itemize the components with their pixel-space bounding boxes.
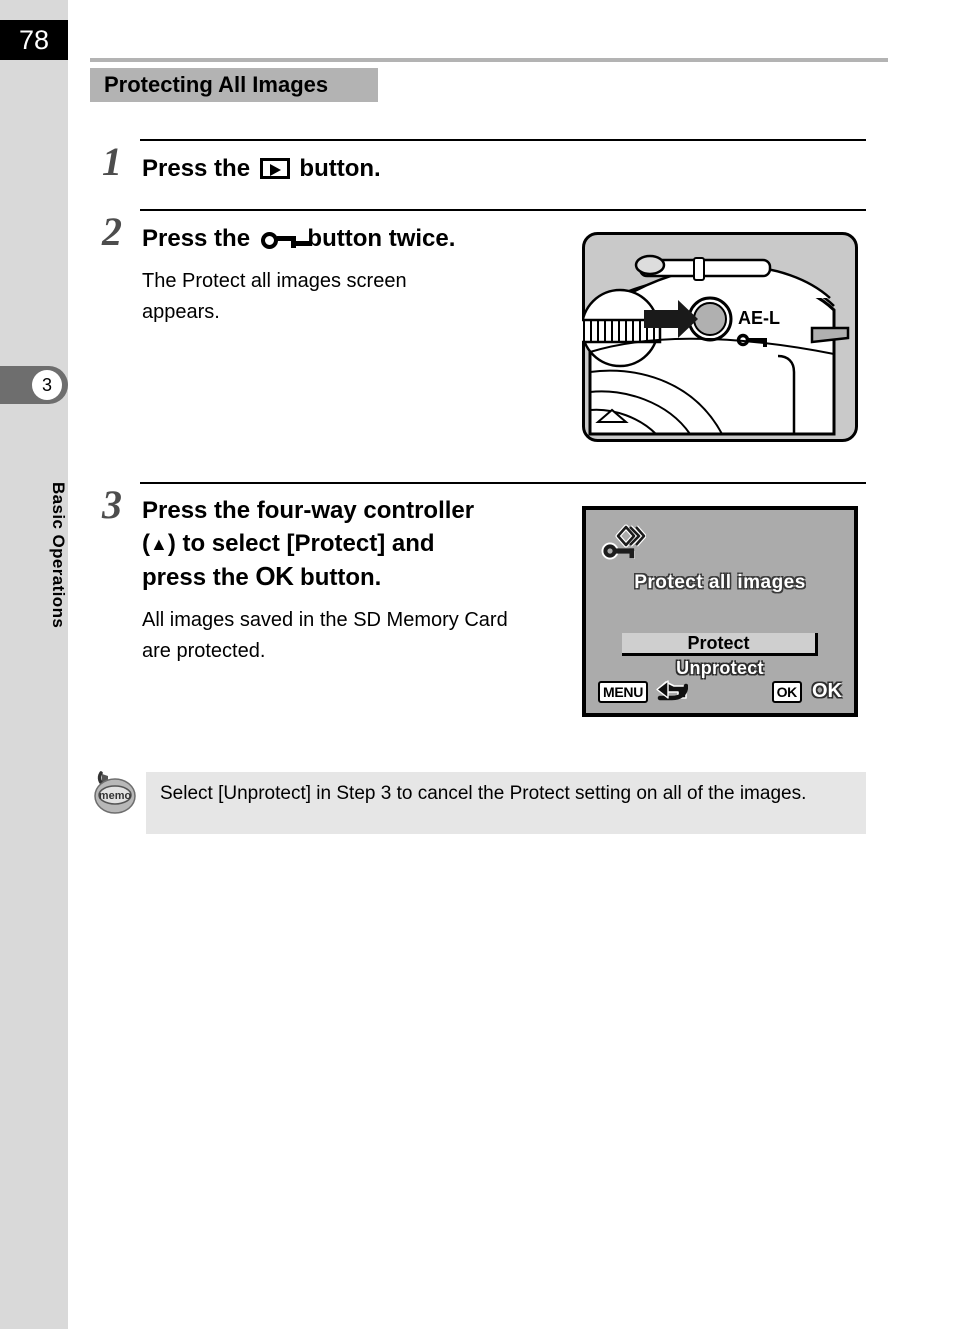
svg-text:AE-L: AE-L xyxy=(738,308,780,328)
protect-all-images-key-icon xyxy=(600,522,647,566)
chapter-sidebar: 78 3 Basic Operations xyxy=(0,0,68,1329)
step-3-heading-line1: Press the four-way controller xyxy=(142,497,475,524)
playback-icon xyxy=(259,158,290,179)
ok-button-icon: OK xyxy=(255,561,294,591)
step-1-text-pre: Press the xyxy=(142,155,257,182)
step-number-1: 1 xyxy=(102,139,122,184)
lcd-screen-illustration: Protect all images Protect Unprotect MEN… xyxy=(582,506,858,717)
step-number-3: 3 xyxy=(90,485,134,525)
header-divider xyxy=(90,58,888,62)
chapter-number-badge: 3 xyxy=(32,370,62,400)
step-number-2: 2 xyxy=(102,209,122,254)
chapter-title: Basic Operations xyxy=(49,481,68,629)
step-3-paren-open: ( xyxy=(142,530,150,557)
step-1-text-post: button. xyxy=(292,155,381,182)
step-body-2: The Protect all images screen appears. xyxy=(142,270,407,323)
memo-note: Select [Unprotect] in Step 3 to cancel t… xyxy=(146,772,866,834)
ok-label: OK xyxy=(812,680,842,702)
step-3-line3-pre: press the xyxy=(142,564,256,591)
key-icon xyxy=(260,229,297,249)
step-number-3-value: 3 xyxy=(102,482,122,527)
step-divider-1 xyxy=(140,139,866,141)
step-2-text-post: button twice. xyxy=(300,225,456,252)
step-3-line3-post: button. xyxy=(293,564,382,591)
step-divider-3 xyxy=(140,482,866,484)
step-heading-2: Press the button twice. xyxy=(142,222,592,255)
menu-badge[interactable]: MENU xyxy=(598,681,649,703)
page-number: 78 xyxy=(0,20,68,60)
svg-text:memo: memo xyxy=(99,790,132,802)
back-arrow-icon xyxy=(656,680,689,702)
step-divider-2 xyxy=(140,209,866,211)
camera-illustration: AE-L xyxy=(578,232,858,442)
step-3-heading-line2: (▲) to select [Protect] and xyxy=(142,527,562,560)
page-content: Protecting All Images 1 Press the button… xyxy=(68,0,954,1329)
step-3-heading-line3: press the OK button. xyxy=(142,560,562,594)
chapter-tab: 3 xyxy=(0,366,68,404)
memo-icon: memo xyxy=(88,770,140,820)
section-heading: Protecting All Images xyxy=(90,68,378,102)
lcd-option-protect[interactable]: Protect xyxy=(622,633,818,656)
step-3-line2-post: ) to select [Protect] and xyxy=(167,530,435,557)
ok-badge[interactable]: OK xyxy=(771,681,802,703)
memo-text: Select [Unprotect] in Step 3 to cancel t… xyxy=(160,783,807,804)
step-heading-1: Press the button. xyxy=(142,152,842,185)
up-arrow-icon: ▲ xyxy=(150,534,168,554)
step-heading-3: Press the four-way controller (▲) to sel… xyxy=(142,494,562,594)
step-body-3: All images saved in the SD Memory Card a… xyxy=(142,609,508,662)
lcd-footer: MENU OK OK xyxy=(586,677,854,707)
step-2-text-pre: Press the xyxy=(142,225,257,252)
lcd-option-unprotect[interactable]: Unprotect xyxy=(586,658,854,679)
lcd-title: Protect all images xyxy=(634,572,806,593)
